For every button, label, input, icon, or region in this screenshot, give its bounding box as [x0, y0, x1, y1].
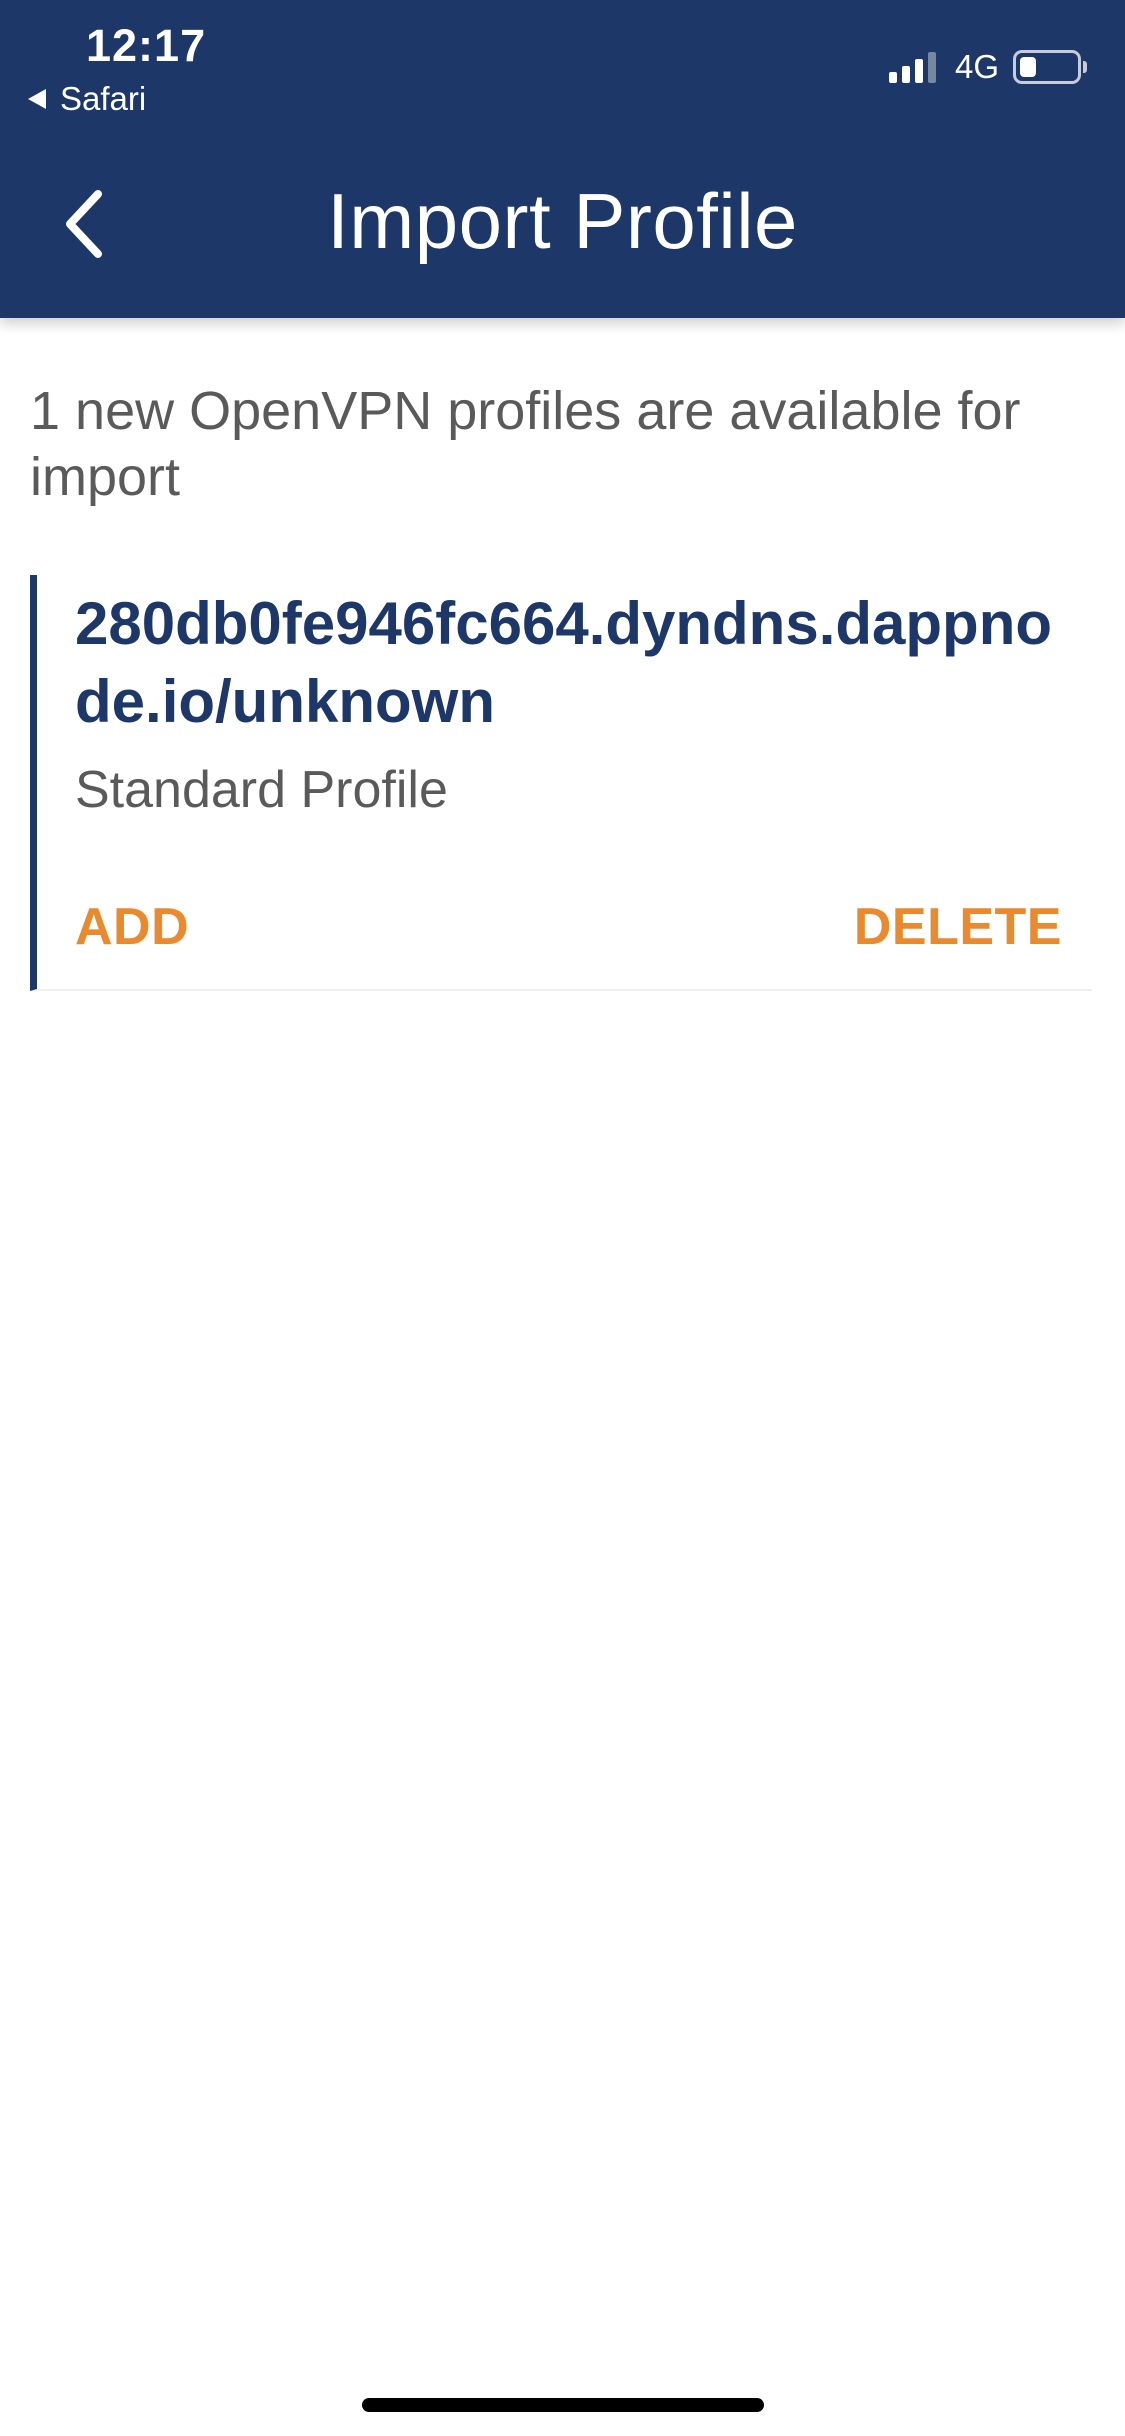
screen: 12:17 Safari 4G Import Profile 1 new Ope…: [0, 0, 1125, 2436]
profile-host: 280db0fe946fc664.dyndns.dappnode.io/unkn…: [75, 590, 1052, 735]
delete-profile-button[interactable]: DELETE: [854, 897, 1062, 957]
status-time: 12:17: [86, 20, 207, 71]
add-profile-button[interactable]: ADD: [75, 897, 189, 957]
status-indicators: 4G: [888, 48, 1087, 86]
network-type: 4G: [954, 48, 999, 85]
page-title: Import Profile: [327, 177, 798, 265]
back-triangle-icon: [28, 89, 46, 109]
battery-level-fill: [1020, 57, 1036, 77]
profile-type: Standard Profile: [75, 761, 448, 819]
battery-icon: [1013, 50, 1087, 84]
import-intro-text: 1 new OpenVPN profiles are available for…: [30, 381, 1021, 507]
profile-card: 280db0fe946fc664.dyndns.dappnode.io/unkn…: [30, 575, 1092, 991]
app-header: 12:17 Safari 4G Import Profile: [0, 0, 1125, 318]
home-indicator[interactable]: [362, 2398, 764, 2412]
signal-strength-icon: [888, 51, 941, 83]
back-app-label: Safari: [60, 80, 147, 117]
back-to-safari[interactable]: Safari: [28, 80, 146, 118]
